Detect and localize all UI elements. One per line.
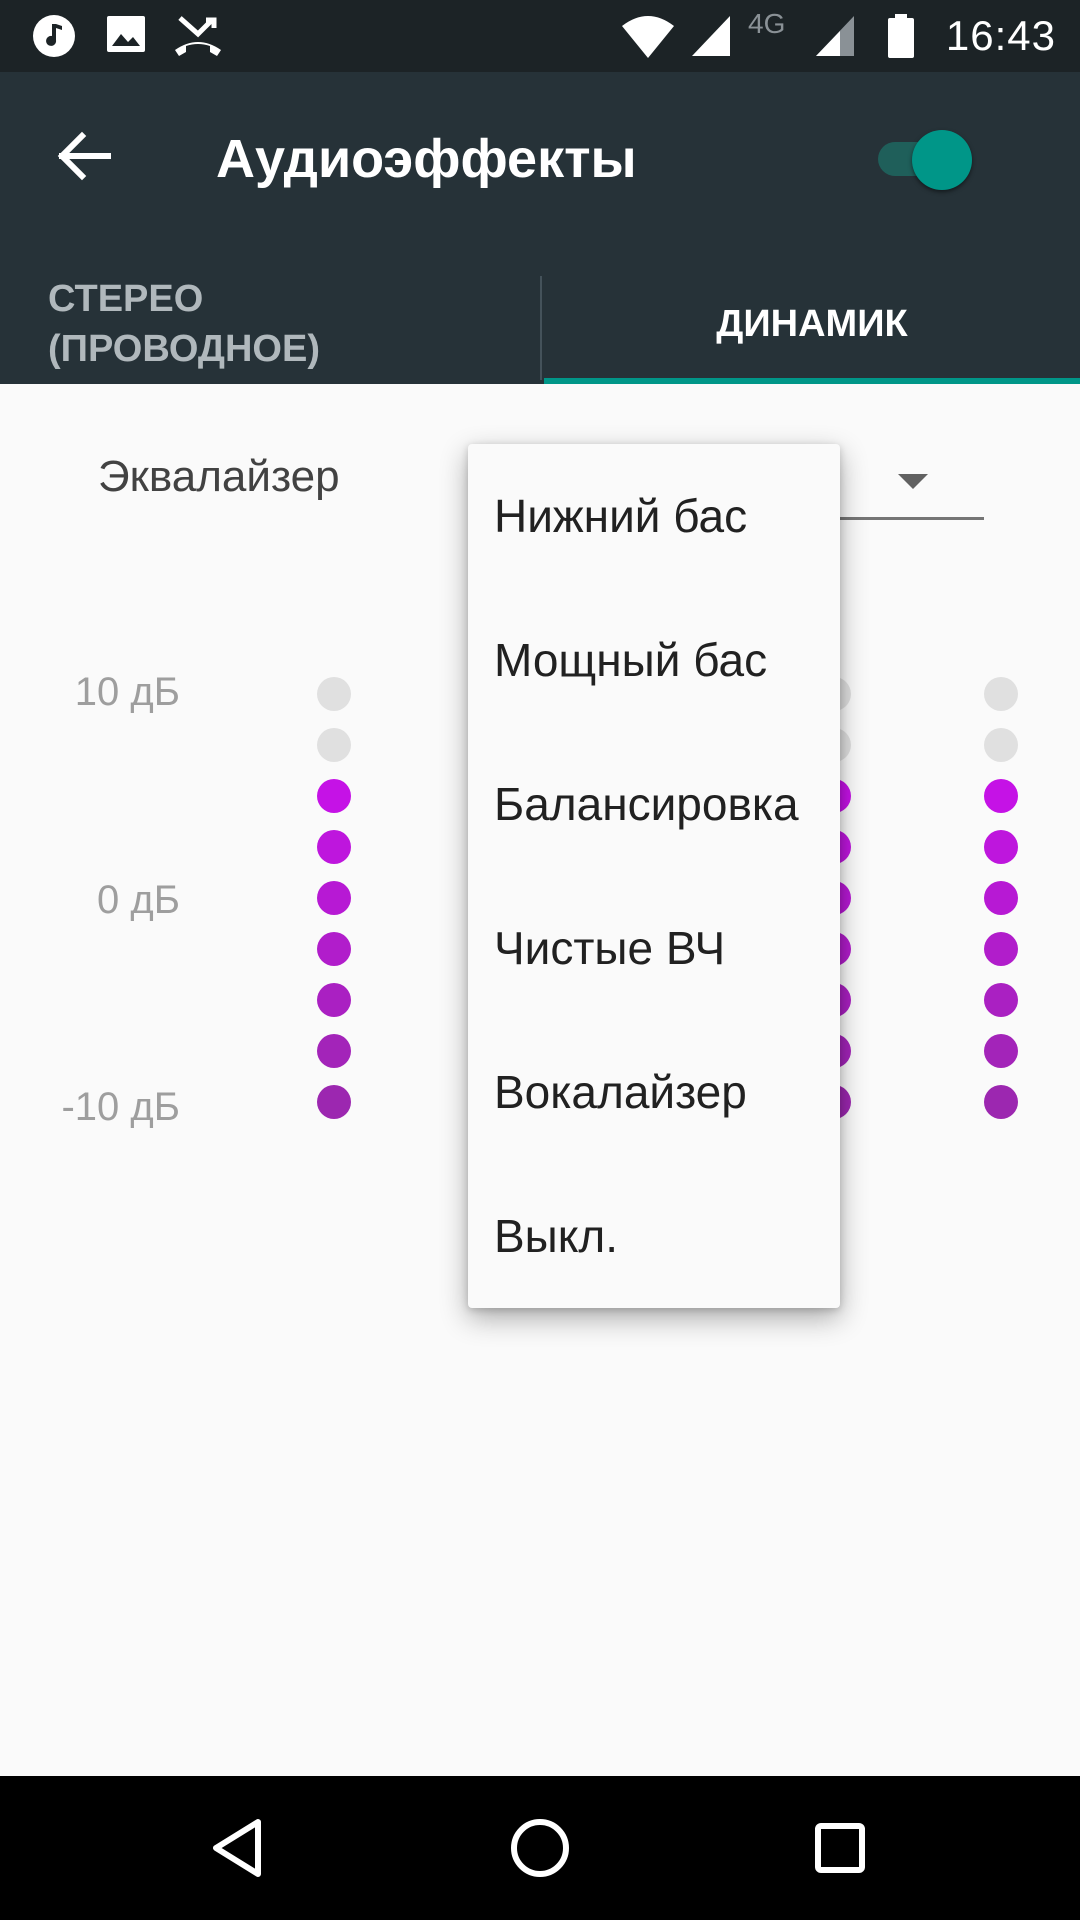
nav-recents-button[interactable] [798,1806,882,1890]
eq-dot[interactable] [984,881,1018,915]
eq-dot[interactable] [984,728,1018,762]
eq-dot[interactable] [984,1034,1018,1068]
menu-item-label: Мощный бас [494,634,768,686]
network-type-label: 4G [748,8,786,39]
menu-item-label: Балансировка [494,778,799,830]
eq-dot[interactable] [317,932,351,966]
eq-dot[interactable] [317,983,351,1017]
status-bar: 4G 16:43 [0,0,1080,72]
eq-dot[interactable] [317,830,351,864]
preset-dropdown-menu: Нижний бас Мощный бас Балансировка Чисты… [468,444,840,1308]
eq-dot[interactable] [317,881,351,915]
menu-item-off[interactable]: Выкл. [468,1164,840,1308]
toggle-thumb [912,130,972,190]
tab-label: СТЕРЕО (ПРОВОДНОЕ) [48,278,320,370]
menu-item-lower-bass[interactable]: Нижний бас [468,444,840,588]
home-circle-icon [511,1819,569,1877]
eq-dot[interactable] [317,779,351,813]
nav-back-button[interactable] [198,1806,282,1890]
clock: 16:43 [945,12,1056,59]
missed-call-icon [175,16,221,56]
eq-dot[interactable] [984,779,1018,813]
eq-dot[interactable] [317,728,351,762]
eq-dot[interactable] [984,1085,1018,1119]
eq-dot[interactable] [317,1034,351,1068]
menu-item-label: Нижний бас [494,490,748,542]
db-label-bottom: -10 дБ [61,1085,180,1129]
back-button[interactable] [44,116,124,196]
navigation-bar [0,1776,1080,1920]
menu-item-label: Выкл. [494,1210,619,1262]
eq-dot[interactable] [984,830,1018,864]
menu-item-label: Чистые ВЧ [494,922,726,974]
battery-icon [888,14,914,58]
tab-label: ДИНАМИК [716,302,908,345]
tab-indicator [544,378,1080,384]
app-bar: Аудиоэффекты СТЕРЕО (ПРОВОДНОЕ) ДИНАМИК [0,72,1080,384]
music-note-icon [33,15,75,57]
wifi-icon [622,16,674,58]
effects-toggle[interactable] [874,124,974,190]
signal-4g-icon [816,16,854,56]
dropdown-arrow-icon [898,474,928,489]
eq-dot[interactable] [984,677,1018,711]
tab-stereo-wired[interactable]: СТЕРЕО (ПРОВОДНОЕ) [48,264,528,384]
db-label-top: 10 дБ [74,670,180,714]
arrow-back-icon [57,131,111,181]
menu-item-vocalizer[interactable]: Вокалайзер [468,1020,840,1164]
eq-dot[interactable] [984,932,1018,966]
eq-dot[interactable] [984,983,1018,1017]
nav-home-button[interactable] [498,1806,582,1890]
menu-item-powerful-bass[interactable]: Мощный бас [468,588,840,732]
recents-square-icon [815,1823,865,1873]
db-label-mid: 0 дБ [97,878,180,922]
menu-item-clear-highs[interactable]: Чистые ВЧ [468,876,840,1020]
signal-icon [692,16,730,56]
eq-dot[interactable] [317,1085,351,1119]
eq-dot[interactable] [317,677,351,711]
back-triangle-icon [213,1819,261,1877]
image-icon [107,16,145,52]
menu-item-balance[interactable]: Балансировка [468,732,840,876]
equalizer-label: Эквалайзер [98,452,340,501]
tab-speaker[interactable]: ДИНАМИК [544,264,1080,384]
tab-divider [540,276,542,380]
page-title: Аудиоэффекты [216,129,637,189]
menu-item-label: Вокалайзер [494,1066,747,1118]
